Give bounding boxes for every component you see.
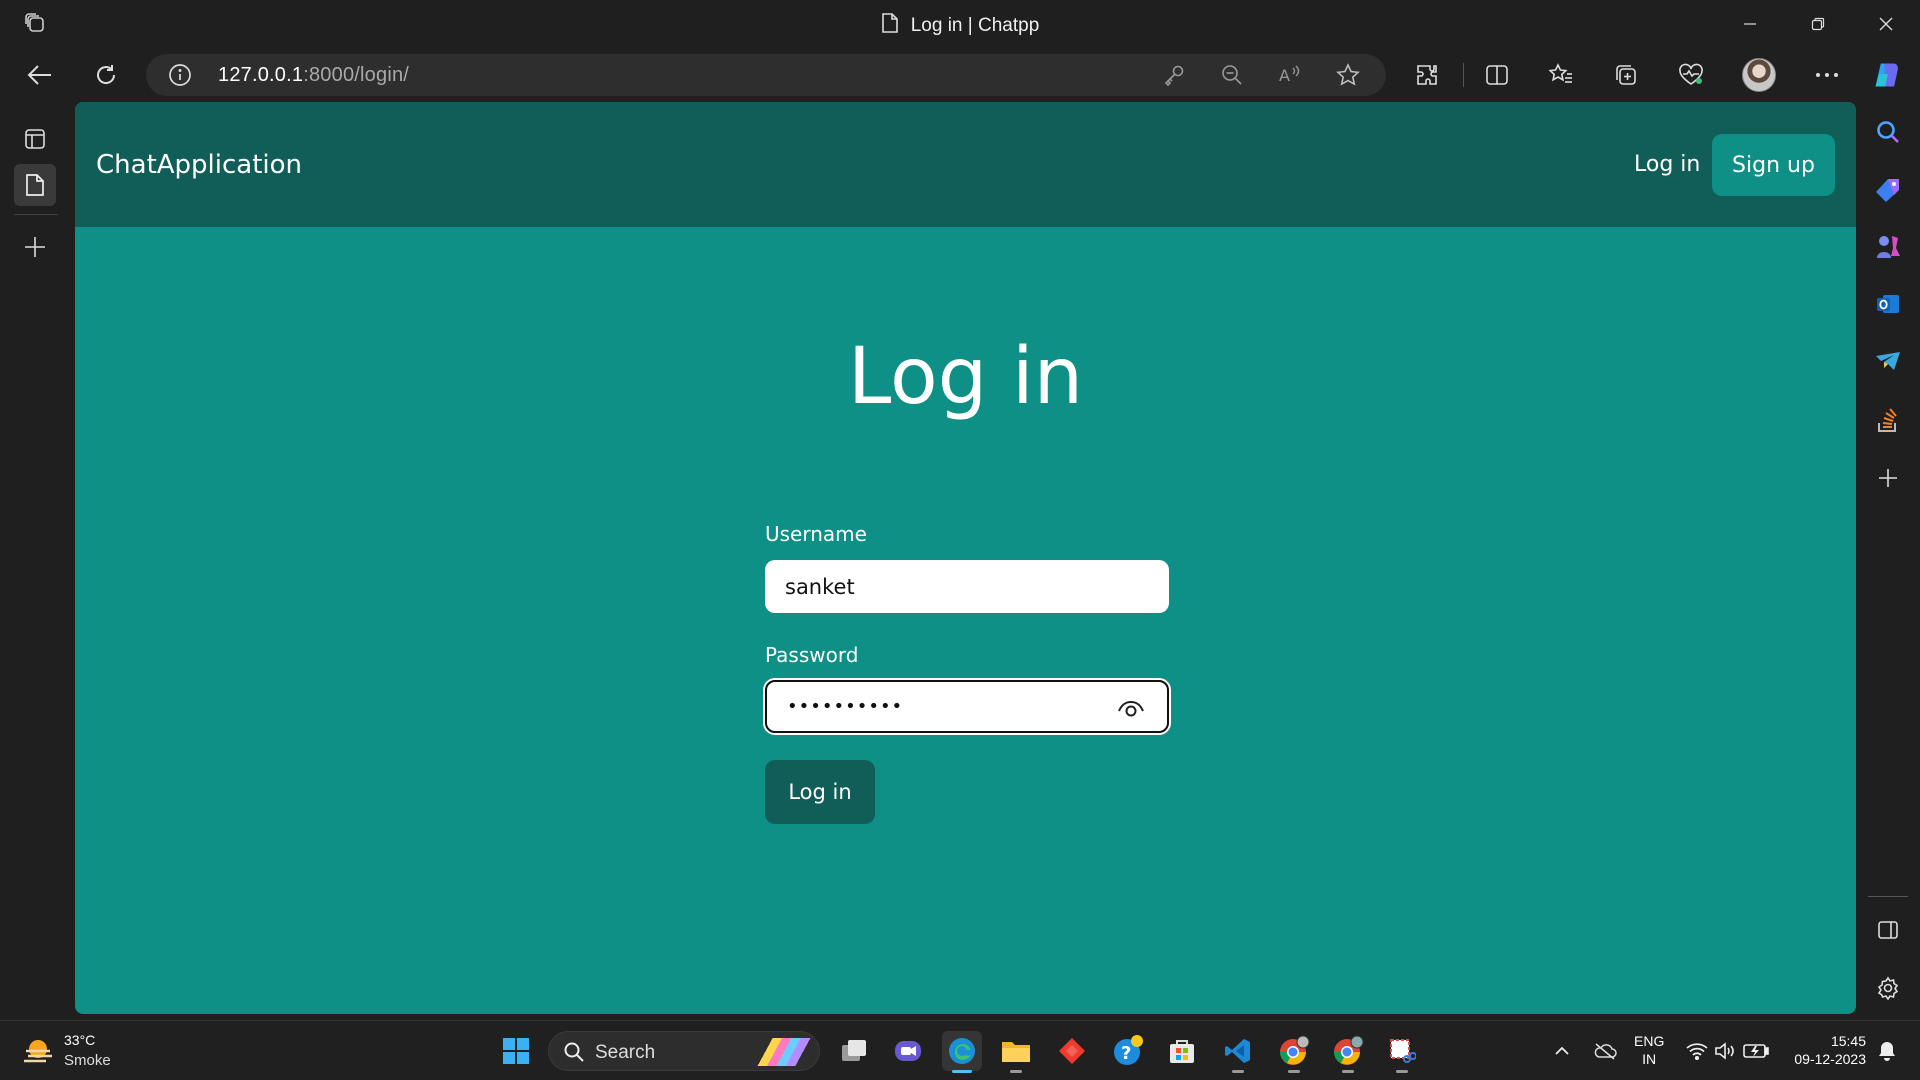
header-signup-button[interactable]: Sign up: [1712, 134, 1835, 196]
chrome-profile-1-icon[interactable]: [1274, 1031, 1314, 1073]
edge-sidebar: [1856, 102, 1920, 1020]
search-icon[interactable]: [1872, 116, 1904, 148]
vscode-icon[interactable]: [1218, 1031, 1258, 1073]
refresh-button[interactable]: [88, 57, 124, 93]
sidebar-separator: [1868, 896, 1908, 897]
split-screen-icon[interactable]: [1482, 60, 1512, 90]
games-icon[interactable]: [1872, 230, 1904, 262]
password-field[interactable]: ••••••••••: [765, 680, 1169, 733]
volume-icon[interactable]: [1712, 1021, 1738, 1080]
language-region: IN: [1642, 1051, 1657, 1067]
notification-bell-icon[interactable]: [1874, 1021, 1900, 1080]
page-tab-icon[interactable]: [14, 164, 56, 206]
back-button[interactable]: [22, 57, 58, 93]
username-label: Username: [765, 522, 867, 546]
edge-taskbar-icon[interactable]: [942, 1031, 982, 1073]
shopping-tag-icon[interactable]: [1872, 174, 1904, 206]
profile-avatar[interactable]: [1742, 58, 1776, 92]
running-indicator: [1288, 1070, 1300, 1073]
brand-link[interactable]: ChatApplication: [96, 150, 302, 180]
clock-date: 09-12-2023: [1794, 1051, 1866, 1067]
close-window-button[interactable]: [1852, 0, 1920, 47]
toolbar-separator: [1463, 63, 1464, 87]
vertical-tab-strip: [0, 102, 75, 1020]
system-clock[interactable]: 15:45 09-12-2023: [1786, 1032, 1866, 1068]
zoom-out-icon[interactable]: [1220, 63, 1244, 87]
taskbar-search[interactable]: Search: [548, 1031, 820, 1071]
header-login-link[interactable]: Log in: [1634, 152, 1700, 177]
show-password-icon[interactable]: [1117, 696, 1145, 720]
performance-icon[interactable]: [1676, 60, 1706, 90]
copilot-icon[interactable]: [1872, 60, 1902, 90]
site-info-icon[interactable]: [168, 63, 192, 92]
key-icon[interactable]: [1162, 63, 1186, 87]
clock-time: 15:45: [1830, 1033, 1866, 1049]
username-value: sanket: [785, 574, 855, 599]
strip-separator: [14, 214, 58, 215]
password-label: Password: [765, 643, 859, 667]
svg-text:A: A: [1279, 66, 1290, 85]
page-title: Log in: [847, 332, 1084, 422]
chrome-profile-2-icon[interactable]: [1328, 1031, 1368, 1073]
search-label: Search: [595, 1042, 656, 1063]
more-icon[interactable]: [1812, 60, 1842, 90]
battery-icon[interactable]: [1742, 1021, 1770, 1080]
active-indicator: [952, 1070, 972, 1073]
favorite-star-icon[interactable]: [1336, 63, 1360, 87]
favorites-icon[interactable]: [1546, 60, 1576, 90]
running-indicator: [1396, 1070, 1408, 1073]
language-indicator[interactable]: ENG IN: [1634, 1032, 1664, 1068]
minimize-button[interactable]: [1716, 0, 1784, 47]
weather-description[interactable]: Smoke: [64, 1052, 111, 1069]
language-code: ENG: [1634, 1033, 1665, 1049]
url-text[interactable]: 127.0.0.1:8000/login/: [218, 64, 409, 87]
snipping-tool-icon[interactable]: [1382, 1031, 1422, 1073]
address-bar[interactable]: 127.0.0.1:8000/login/ A: [146, 54, 1386, 96]
site-header: ChatApplication Log in Sign up: [75, 102, 1856, 227]
show-hidden-icons-chevron-icon[interactable]: [1550, 1021, 1574, 1080]
browser-toolbar: 127.0.0.1:8000/login/ A: [0, 47, 1920, 102]
window-title: Log in | Chatpp: [0, 12, 1920, 40]
username-field[interactable]: sanket: [765, 560, 1169, 613]
window-title-text: Log in | Chatpp: [910, 15, 1040, 36]
running-indicator: [1010, 1070, 1022, 1073]
new-tab-plus-icon[interactable]: [14, 226, 56, 268]
file-explorer-icon[interactable]: [996, 1031, 1036, 1073]
search-highlight-art: [749, 1038, 819, 1066]
stackoverflow-icon[interactable]: [1872, 404, 1904, 436]
help-icon[interactable]: ?: [1108, 1031, 1148, 1071]
outlook-icon[interactable]: [1872, 288, 1904, 320]
browser-title-bar: Log in | Chatpp: [0, 0, 1920, 47]
url-host: 127.0.0.1: [218, 64, 304, 86]
svg-text:?: ?: [1121, 1043, 1131, 1064]
read-aloud-icon[interactable]: A: [1278, 63, 1302, 87]
document-icon: [881, 12, 899, 40]
microsoft-store-icon[interactable]: [1162, 1031, 1202, 1071]
wifi-icon[interactable]: [1684, 1021, 1710, 1080]
onedrive-offline-icon[interactable]: [1590, 1021, 1620, 1080]
telegram-icon[interactable]: [1872, 346, 1904, 378]
extensions-icon[interactable]: [1412, 60, 1442, 90]
start-button[interactable]: [496, 1031, 536, 1071]
weather-temperature[interactable]: 33°C: [64, 1032, 95, 1048]
restore-button[interactable]: [1784, 0, 1852, 47]
password-value: ••••••••••: [787, 696, 904, 717]
weather-icon[interactable]: [22, 1035, 54, 1067]
windows-taskbar: 33°C Smoke Search ? ENG IN 15:45 09-12-2…: [0, 1020, 1920, 1080]
running-indicator: [1232, 1070, 1244, 1073]
teams-chat-icon[interactable]: [888, 1031, 928, 1071]
settings-icon[interactable]: [1872, 972, 1904, 1004]
search-icon: [563, 1041, 585, 1068]
url-path: :8000/login/: [303, 64, 410, 86]
login-submit-button[interactable]: Log in: [765, 760, 875, 824]
anydesk-icon[interactable]: [1052, 1031, 1092, 1071]
task-view-icon[interactable]: [834, 1031, 874, 1071]
web-page: ChatApplication Log in Sign up Log in Us…: [75, 102, 1856, 1014]
tab-actions-icon[interactable]: [14, 118, 56, 160]
collections-icon[interactable]: [1611, 60, 1641, 90]
add-icon[interactable]: [1872, 462, 1904, 494]
sidebar-toggle-icon[interactable]: [1872, 914, 1904, 946]
running-indicator: [1342, 1070, 1354, 1073]
